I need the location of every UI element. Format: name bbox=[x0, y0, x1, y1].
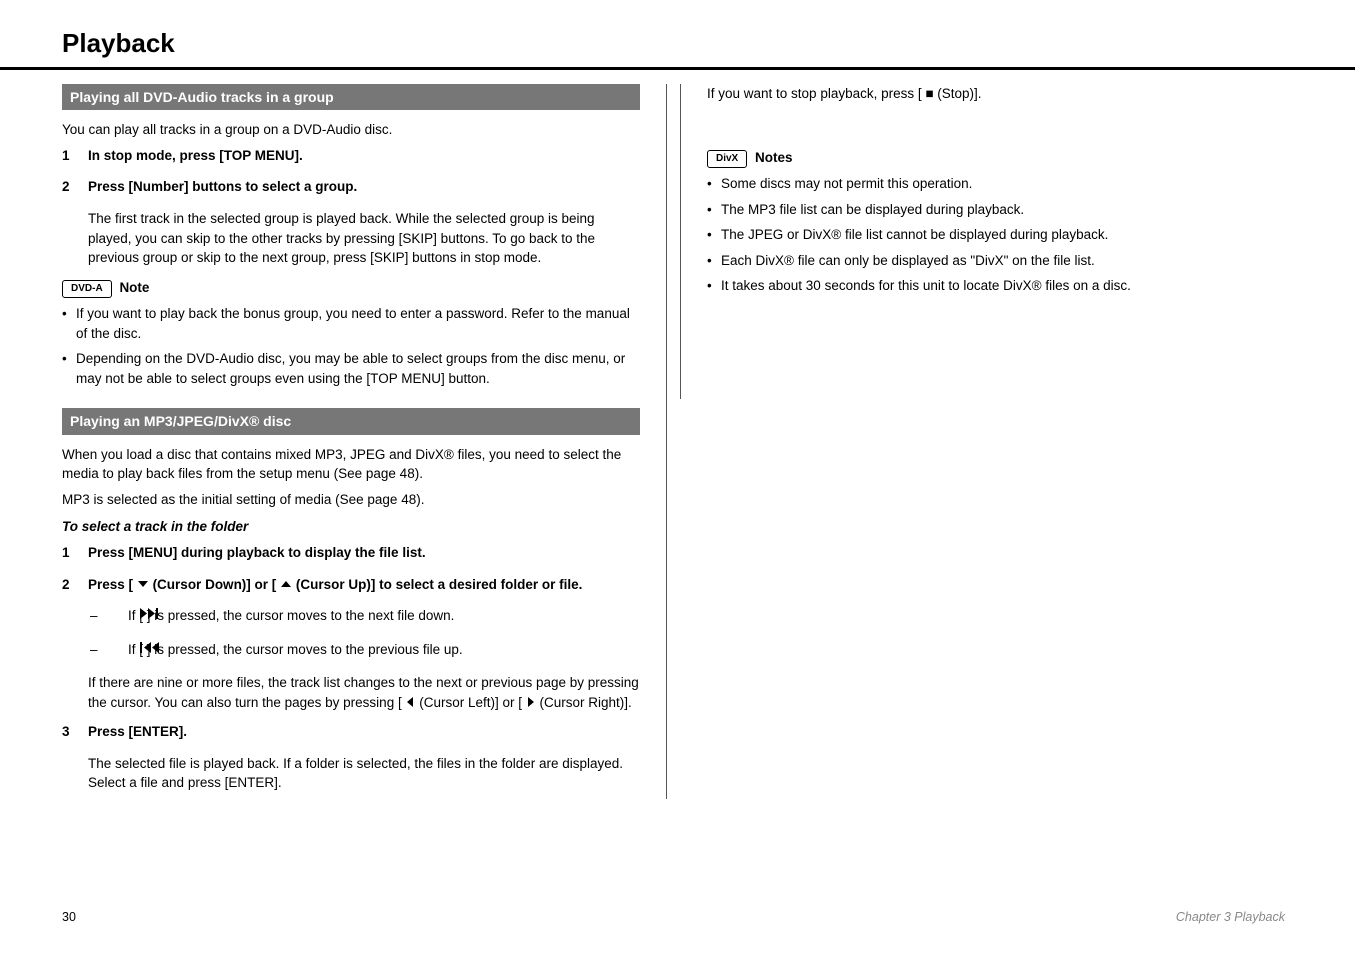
step-text: Press [MENU] during playback to display … bbox=[88, 543, 426, 563]
section2-steps: 1 Press [MENU] during playback to displa… bbox=[62, 543, 640, 594]
note-item: It takes about 30 seconds for this unit … bbox=[707, 276, 1285, 296]
cursor-left-icon bbox=[405, 697, 415, 707]
section2-sub-after: If there are nine or more files, the tra… bbox=[88, 673, 640, 712]
left-column: Playing all DVD-Audio tracks in a group … bbox=[62, 84, 667, 799]
section2-step3: 3 Press [ENTER]. bbox=[62, 722, 640, 742]
note-item: Each DivX® file can only be displayed as… bbox=[707, 251, 1285, 271]
section1-notes-list: If you want to play back the bonus group… bbox=[62, 304, 640, 388]
step-number: 2 bbox=[62, 575, 78, 595]
note-item: Depending on the DVD-Audio disc, you may… bbox=[62, 349, 640, 388]
cursor-right-icon bbox=[526, 697, 536, 707]
note-label: Note bbox=[119, 280, 149, 295]
note-item: If you want to play back the bonus group… bbox=[62, 304, 640, 343]
section1-notes-line: DVD-A Note bbox=[62, 278, 640, 299]
step-text: Press [ENTER]. bbox=[88, 722, 187, 742]
content-columns: Playing all DVD-Audio tracks in a group … bbox=[0, 70, 1355, 799]
step-text: Press [ (Cursor Down)] or [ (Cursor Up)]… bbox=[88, 575, 582, 595]
section-heading-mp3-jpeg-divx: Playing an MP3/JPEG/DivX® disc bbox=[62, 408, 640, 434]
sub-item: – If [ ] is pressed, the cursor moves to… bbox=[90, 606, 640, 626]
step-3: 3 Press [ENTER]. bbox=[62, 722, 640, 742]
notes-label: Notes bbox=[755, 150, 793, 165]
step-number: 2 bbox=[62, 177, 78, 197]
right-continuation: If you want to stop playback, press [ ■ … bbox=[707, 84, 1285, 104]
step-number: 1 bbox=[62, 543, 78, 563]
right-notes-list: Some discs may not permit this operation… bbox=[707, 174, 1285, 296]
step-1: 1 Press [MENU] during playback to displa… bbox=[62, 543, 640, 563]
cursor-up-icon bbox=[280, 579, 292, 589]
step-text: In stop mode, press [TOP MENU]. bbox=[88, 146, 303, 166]
note-item: Some discs may not permit this operation… bbox=[707, 174, 1285, 194]
section2-sub-list: – If [ ] is pressed, the cursor moves to… bbox=[90, 606, 640, 659]
divx-tag: DivX bbox=[707, 150, 747, 169]
step-text: Press [Number] buttons to select a group… bbox=[88, 177, 357, 197]
note-item: The JPEG or DivX® file list cannot be di… bbox=[707, 225, 1285, 245]
page-footer: 30 Chapter 3 Playback bbox=[0, 910, 1355, 924]
partial-column-rule bbox=[680, 84, 681, 399]
cursor-down-icon bbox=[137, 579, 149, 589]
step-number: 1 bbox=[62, 146, 78, 166]
section2-intro2: MP3 is selected as the initial setting o… bbox=[62, 490, 640, 510]
chapter-label: Chapter 3 Playback bbox=[1176, 910, 1285, 924]
step-number: 3 bbox=[62, 722, 78, 742]
step-2: 2 Press [Number] buttons to select a gro… bbox=[62, 177, 640, 197]
sub-item: – If [ ] is pressed, the cursor moves to… bbox=[90, 640, 640, 660]
right-column: If you want to stop playback, press [ ■ … bbox=[707, 84, 1285, 799]
section2-intro1: When you load a disc that contains mixed… bbox=[62, 445, 640, 484]
section1-steps: 1 In stop mode, press [TOP MENU]. 2 Pres… bbox=[62, 146, 640, 197]
dvd-a-tag: DVD-A bbox=[62, 280, 112, 299]
step-2: 2 Press [ (Cursor Down)] or [ (Cursor Up… bbox=[62, 575, 640, 595]
section-heading-group-play: Playing all DVD-Audio tracks in a group bbox=[62, 84, 640, 110]
section1-intro: You can play all tracks in a group on a … bbox=[62, 120, 640, 140]
skip-previous-icon bbox=[140, 642, 162, 653]
section2-sub3: The selected file is played back. If a f… bbox=[88, 754, 640, 793]
page-number: 30 bbox=[62, 910, 76, 924]
folder-heading: To select a track in the folder bbox=[62, 517, 640, 537]
step-1: 1 In stop mode, press [TOP MENU]. bbox=[62, 146, 640, 166]
note-item: The MP3 file list can be displayed durin… bbox=[707, 200, 1285, 220]
section1-sub: The first track in the selected group is… bbox=[88, 209, 640, 268]
page-title: Playback bbox=[0, 0, 1355, 67]
skip-next-icon bbox=[140, 608, 162, 619]
right-notes-line: DivX Notes bbox=[707, 148, 1285, 169]
